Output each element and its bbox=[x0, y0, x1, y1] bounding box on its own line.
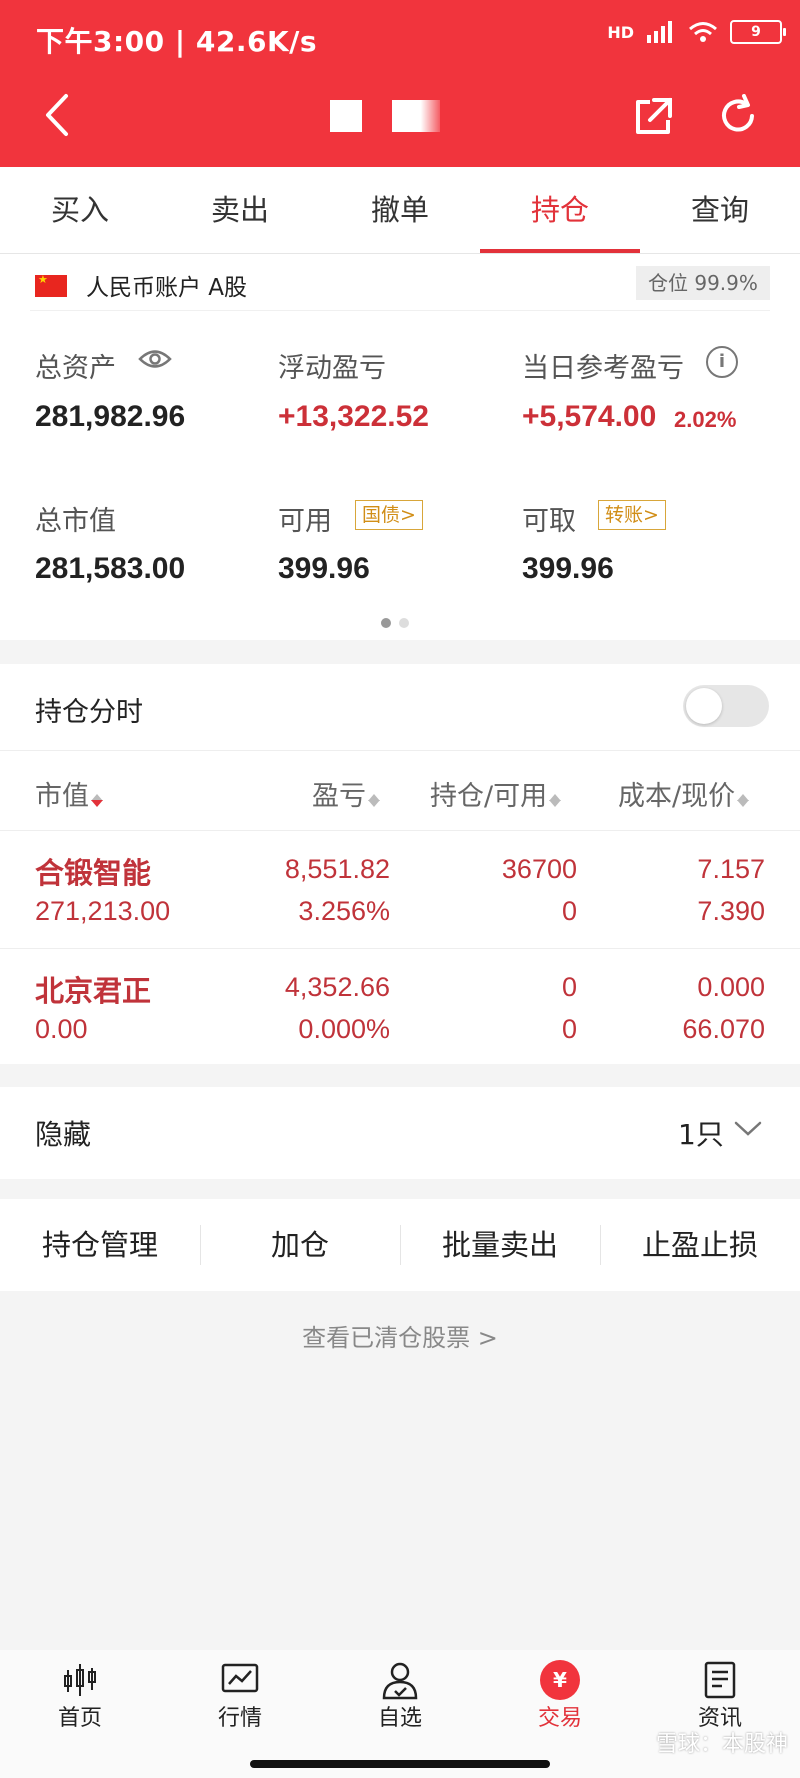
tab-query[interactable]: 查询 bbox=[640, 167, 800, 253]
stock-available: 0 bbox=[561, 1014, 577, 1044]
china-flag-icon bbox=[35, 273, 67, 297]
chevron-down-icon bbox=[734, 1121, 762, 1136]
nav-market[interactable]: 行情 bbox=[160, 1650, 320, 1778]
divider bbox=[0, 750, 800, 751]
bond-button[interactable]: 国债> bbox=[355, 500, 423, 530]
refresh-button[interactable] bbox=[716, 94, 760, 138]
stock-pnl: 4,352.66 bbox=[284, 972, 390, 1002]
candlestick-icon bbox=[64, 1664, 96, 1696]
position-ratio-badge: 仓位 99.9% bbox=[636, 266, 770, 300]
positions-section: 持仓分时 市值 盈亏 持仓/可用 成本/现价 合锻智能 271,213.00 8… bbox=[0, 664, 800, 1064]
user-check-icon bbox=[382, 1662, 418, 1700]
stock-pnl-percent: 3.256% bbox=[298, 896, 390, 926]
withdrawable-value: 399.96 bbox=[522, 552, 614, 585]
battery-icon: 9 bbox=[730, 20, 786, 44]
news-icon bbox=[704, 1661, 736, 1699]
header-market-value[interactable]: 市值 bbox=[35, 774, 103, 813]
take-profit-stop-loss-button[interactable]: 止盈止损 bbox=[600, 1199, 800, 1291]
nav-label: 首页 bbox=[57, 1706, 102, 1731]
nav-label: 自选 bbox=[377, 1706, 422, 1731]
floating-pnl-value: +13,322.52 bbox=[278, 400, 429, 433]
stock-cost: 7.157 bbox=[697, 854, 765, 884]
total-assets-label: 总资产 bbox=[35, 353, 116, 384]
hidden-label: 隐藏 bbox=[35, 1118, 92, 1151]
stock-cost: 0.000 bbox=[697, 972, 765, 1002]
tab-sell[interactable]: 卖出 bbox=[160, 167, 320, 253]
nav-label: 交易 bbox=[537, 1706, 582, 1731]
daily-pnl-percent: 2.02% bbox=[674, 407, 737, 432]
nav-label: 行情 bbox=[217, 1706, 262, 1731]
hidden-count: 1只 bbox=[678, 1118, 724, 1151]
stock-available: 0 bbox=[561, 896, 577, 926]
positions-intraday-toggle[interactable] bbox=[683, 685, 769, 727]
divider bbox=[0, 830, 800, 831]
tab-positions[interactable]: 持仓 bbox=[480, 167, 640, 253]
withdrawable-label: 可取 bbox=[522, 506, 576, 537]
position-actions: 持仓管理 加仓 批量卖出 止盈止损 bbox=[0, 1199, 800, 1291]
yen-icon: ¥ bbox=[540, 1660, 580, 1700]
header-holding[interactable]: 持仓/可用 bbox=[430, 774, 562, 813]
stock-pnl: 8,551.82 bbox=[284, 854, 390, 884]
stock-name: 北京君正 bbox=[35, 974, 152, 1008]
share-button[interactable] bbox=[632, 96, 674, 138]
stock-market-value: 271,213.00 bbox=[35, 896, 171, 926]
stock-price: 7.390 bbox=[697, 896, 765, 926]
batch-sell-button[interactable]: 批量卖出 bbox=[400, 1199, 600, 1291]
info-icon[interactable]: i bbox=[706, 346, 738, 378]
nav-watchlist[interactable]: 自选 bbox=[320, 1650, 480, 1778]
stock-name: 合锻智能 bbox=[35, 856, 152, 890]
stock-pnl-percent: 0.000% bbox=[298, 1014, 390, 1044]
add-position-button[interactable]: 加仓 bbox=[200, 1199, 400, 1291]
nav-home[interactable]: 首页 bbox=[0, 1650, 160, 1778]
status-icons: HD 9 bbox=[607, 20, 786, 44]
tab-cancel[interactable]: 撤单 bbox=[320, 167, 480, 253]
nav-trade[interactable]: ¥ 交易 bbox=[480, 1650, 640, 1778]
available-label: 可用 bbox=[278, 506, 332, 537]
available-value: 399.96 bbox=[278, 552, 370, 585]
header-pnl[interactable]: 盈亏 bbox=[312, 774, 380, 813]
tab-buy[interactable]: 买入 bbox=[0, 167, 160, 253]
view-cleared-stocks-link[interactable]: 查看已清仓股票 > bbox=[0, 1318, 800, 1353]
positions-intraday-label: 持仓分时 bbox=[35, 697, 143, 728]
page-title-redacted bbox=[330, 100, 440, 132]
stock-holding: 36700 bbox=[501, 854, 577, 884]
account-summary: 人民币账户 A股 仓位 99.9% 总资产 281,982.96 浮动盈亏 +1… bbox=[0, 254, 800, 640]
signal-icon bbox=[647, 21, 672, 43]
market-value-value: 281,583.00 bbox=[35, 552, 186, 585]
watermark: 雪球：本股神 bbox=[655, 1732, 788, 1757]
chart-icon bbox=[221, 1663, 259, 1693]
manage-positions-button[interactable]: 持仓管理 bbox=[0, 1199, 200, 1291]
eye-icon[interactable] bbox=[138, 348, 172, 370]
page-indicator bbox=[381, 618, 409, 628]
back-button[interactable] bbox=[38, 90, 78, 140]
divider bbox=[30, 310, 770, 311]
wifi-icon bbox=[689, 22, 717, 42]
daily-pnl-value: +5,574.00 bbox=[522, 400, 657, 433]
stock-price: 66.070 bbox=[682, 1014, 765, 1044]
floating-pnl-label: 浮动盈亏 bbox=[278, 353, 386, 384]
bottom-nav: 首页 行情 自选 ¥ 交易 资讯 bbox=[0, 1650, 800, 1778]
nav-news[interactable]: 资讯 bbox=[640, 1650, 800, 1778]
home-indicator[interactable] bbox=[250, 1760, 550, 1768]
transfer-button[interactable]: 转账> bbox=[598, 500, 666, 530]
market-value-label: 总市值 bbox=[35, 506, 116, 537]
app-header: 下午3:00 | 42.6K/s HD 9 bbox=[0, 0, 800, 167]
status-time-speed: 下午3:00 | 42.6K/s bbox=[36, 25, 318, 58]
network-label: HD bbox=[607, 22, 634, 42]
hidden-positions-row[interactable]: 隐藏 1只 bbox=[0, 1087, 800, 1179]
trade-tabs: 买入 卖出 撤单 持仓 查询 bbox=[0, 167, 800, 254]
stock-holding: 0 bbox=[561, 972, 577, 1002]
daily-pnl-label: 当日参考盈亏 bbox=[522, 353, 684, 384]
divider bbox=[0, 948, 800, 949]
stock-market-value: 0.00 bbox=[35, 1014, 88, 1044]
header-cost-price[interactable]: 成本/现价 bbox=[618, 774, 750, 813]
account-label[interactable]: 人民币账户 A股 bbox=[86, 268, 247, 302]
total-assets-value: 281,982.96 bbox=[35, 400, 186, 433]
